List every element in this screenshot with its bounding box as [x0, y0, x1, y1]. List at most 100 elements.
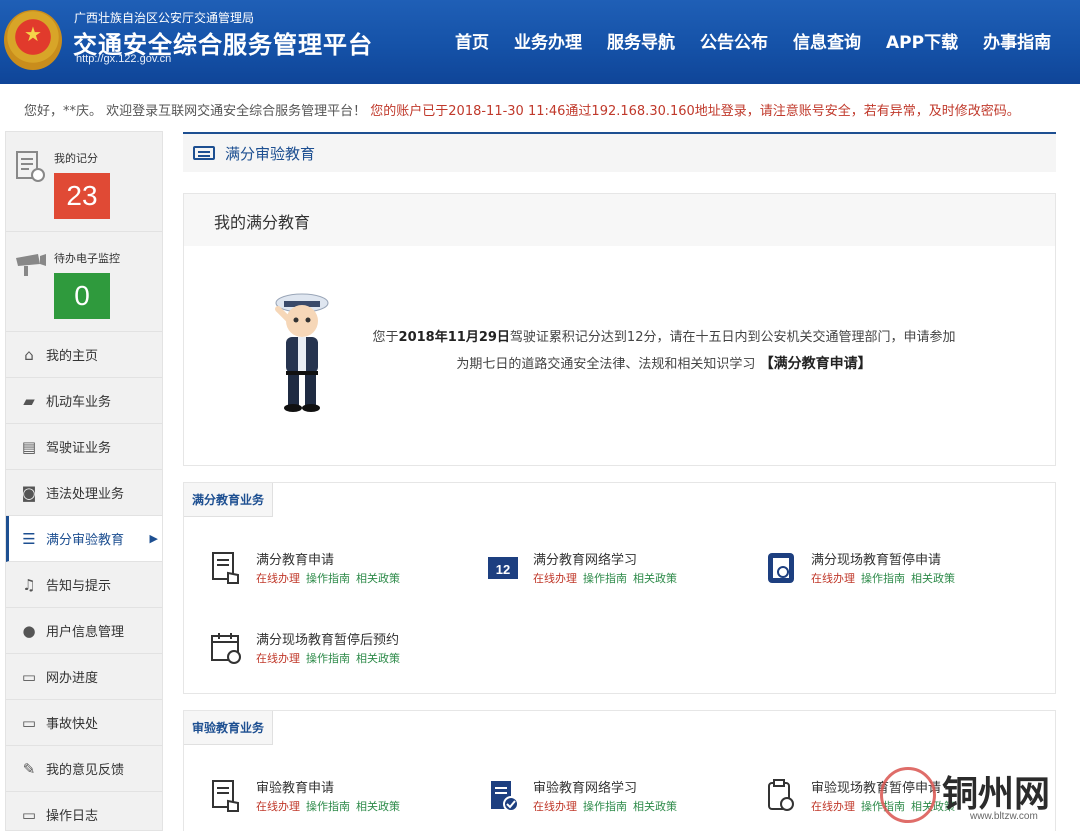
watermark-url: www.bltzw.com — [970, 811, 1038, 822]
online-link[interactable]: 在线办理 — [256, 800, 300, 813]
my-education-panel: 我的满分教育 您于2018年11月29日驾驶证累积记分达到12分，请在十五日内到… — [183, 193, 1056, 466]
sidebar-item-vehicle[interactable]: ▰ 机动车业务 — [6, 378, 162, 424]
service-item[interactable]: 满分现场教育暂停后预约 在线办理 操作指南 相关政策 — [210, 629, 470, 679]
service-item[interactable]: 满分现场教育暂停申请 在线办理 操作指南 相关政策 — [765, 549, 1025, 599]
nav-announcements[interactable]: 公告公布 — [700, 28, 768, 53]
site-url: http://gx.122.gov.cn — [76, 53, 172, 65]
policy-link[interactable]: 相关政策 — [633, 800, 677, 813]
service-name[interactable]: 审验教育申请 — [256, 777, 334, 796]
home-icon: ⌂ — [24, 345, 34, 364]
guide-link[interactable]: 操作指南 — [861, 572, 905, 585]
guide-link[interactable]: 操作指南 — [306, 652, 350, 665]
online-link[interactable]: 在线办理 — [256, 652, 300, 665]
nav-app-download[interactable]: APP下载 — [886, 28, 958, 53]
online-link[interactable]: 在线办理 — [811, 800, 855, 813]
monitor-label: 待办电子监控 — [54, 252, 120, 265]
sidebar-item-label: 我的意见反馈 — [46, 763, 125, 778]
sidebar-item-label: 事故快处 — [46, 717, 99, 732]
sidebar-item-violation[interactable]: ◙ 违法处理业务 — [6, 470, 162, 516]
sidebar-item-feedback[interactable]: ✎ 我的意见反馈 — [6, 746, 162, 792]
svg-text:12: 12 — [496, 562, 510, 577]
sidebar-item-label: 我的主页 — [46, 349, 99, 364]
online-link[interactable]: 在线办理 — [533, 800, 577, 813]
police-officer-illustration-icon — [272, 291, 332, 416]
online-link[interactable]: 在线办理 — [533, 572, 577, 585]
breadcrumb: 满分审验教育 — [183, 132, 1056, 172]
education-notice: 您于2018年11月29日驾驶证累积记分达到12分，请在十五日内到公安机关交通管… — [354, 324, 974, 378]
truck-icon: ▰ — [23, 391, 35, 410]
camera-icon: ◙ — [21, 483, 37, 502]
service-name[interactable]: 满分现场教育暂停后预约 — [256, 629, 399, 648]
sidebar-item-label: 告知与提示 — [46, 579, 112, 594]
list-card-icon — [193, 146, 215, 160]
nav-home[interactable]: 首页 — [455, 28, 489, 53]
score-value[interactable]: 23 — [54, 173, 110, 219]
guide-link[interactable]: 操作指南 — [583, 572, 627, 585]
service-name[interactable]: 审验教育网络学习 — [533, 777, 637, 796]
clipboard-pause-icon — [765, 779, 797, 813]
sidebar-item-label: 机动车业务 — [46, 395, 112, 410]
license-card-icon: ▤ — [21, 437, 37, 456]
notice-prefix: 您于 — [372, 330, 399, 345]
login-info: 您的账户已于2018-11-30 11:46通过192.168.30.160地址… — [370, 104, 1020, 119]
guide-link[interactable]: 操作指南 — [306, 572, 350, 585]
score-label: 我的记分 — [54, 152, 98, 165]
online-link[interactable]: 在线办理 — [811, 572, 855, 585]
sidebar-item-notice[interactable]: ♫ 告知与提示 — [6, 562, 162, 608]
sidebar-item-label: 操作日志 — [46, 809, 99, 824]
sidebar-item-education[interactable]: ☰ 满分审验教育 ▶ — [6, 516, 162, 562]
nav-business[interactable]: 业务办理 — [514, 28, 582, 53]
camera-monitor-icon — [14, 250, 46, 282]
policy-link[interactable]: 相关政策 — [911, 572, 955, 585]
service-name[interactable]: 满分教育申请 — [256, 549, 334, 568]
user-icon: ● — [22, 621, 36, 640]
guide-link[interactable]: 操作指南 — [306, 800, 350, 813]
sidebar-item-accident[interactable]: ▭ 事故快处 — [6, 700, 162, 746]
nav-service-guide[interactable]: 服务导航 — [607, 28, 675, 53]
monitor-stat[interactable]: 待办电子监控 0 — [6, 232, 162, 332]
sidebar-item-license[interactable]: ▤ 驾驶证业务 — [6, 424, 162, 470]
sidebar-item-home[interactable]: ⌂ 我的主页 — [6, 332, 162, 378]
policy-link[interactable]: 相关政策 — [356, 652, 400, 665]
accident-icon: ▭ — [21, 713, 37, 732]
sidebar-item-user[interactable]: ● 用户信息管理 — [6, 608, 162, 654]
feedback-icon: ✎ — [22, 759, 36, 778]
watermark-text: 铜州网 — [942, 773, 1051, 815]
police-emblem-icon — [4, 10, 62, 70]
score-stat[interactable]: 我的记分 23 — [6, 132, 162, 232]
sidebar-item-log[interactable]: ▭ 操作日志 — [6, 792, 162, 831]
nav-info-query[interactable]: 信息查询 — [793, 28, 861, 53]
caret-right-icon: ▶ — [149, 532, 158, 545]
sidebar-item-progress[interactable]: ▭ 网办进度 — [6, 654, 162, 700]
online-study-icon: 12 — [487, 551, 519, 585]
service-item[interactable]: 审验教育网络学习 在线办理 操作指南 相关政策 — [487, 777, 747, 827]
sidebar-item-label: 满分审验教育 — [46, 533, 125, 548]
guide-link[interactable]: 操作指南 — [583, 800, 627, 813]
online-link[interactable]: 在线办理 — [256, 572, 300, 585]
pause-doc-icon — [765, 551, 797, 585]
top-header: 广西壮族自治区公安厅交通管理局 交通安全综合服务管理平台 http://gx.1… — [0, 0, 1080, 84]
service-name[interactable]: 满分教育网络学习 — [533, 549, 637, 568]
apply-link[interactable]: 【满分教育申请】 — [760, 356, 872, 372]
main-nav: 首页 业务办理 服务导航 公告公布 信息查询 APP下载 办事指南 — [455, 28, 1076, 53]
policy-link[interactable]: 相关政策 — [633, 572, 677, 585]
service-item[interactable]: 12 满分教育网络学习 在线办理 操作指南 相关政策 — [487, 549, 747, 599]
org-name: 广西壮族自治区公安厅交通管理局 — [74, 11, 255, 25]
list-icon: ☰ — [22, 529, 36, 548]
log-icon: ▭ — [21, 805, 37, 824]
breadcrumb-label: 满分审验教育 — [225, 144, 316, 163]
notice-body: 驾驶证累积记分达到12分，请在十五日内到公安机关交通管理部门，申请参加 — [509, 330, 956, 345]
sidebar-item-label: 用户信息管理 — [46, 625, 125, 640]
policy-link[interactable]: 相关政策 — [356, 572, 400, 585]
service-name[interactable]: 满分现场教育暂停申请 — [811, 549, 941, 568]
service-item[interactable]: 审验教育申请 在线办理 操作指南 相关政策 — [210, 777, 470, 827]
sidebar: 我的记分 23 待办电子监控 0 ⌂ 我的主页 ▰ 机动车业务 ▤ 驾驶证业务 ◙ 违法… — [5, 131, 163, 831]
panel-title: 我的满分教育 — [184, 194, 1055, 246]
monitor-value[interactable]: 0 — [54, 273, 110, 319]
service-item[interactable]: 满分教育申请 在线办理 操作指南 相关政策 — [210, 549, 470, 599]
nav-handbook[interactable]: 办事指南 — [983, 28, 1051, 53]
score-doc-icon — [14, 150, 46, 182]
full-score-services-panel: 满分教育业务 满分教育申请 在线办理 操作指南 相关政策 12 满分教育网络学习 在… — [183, 482, 1056, 694]
policy-link[interactable]: 相关政策 — [356, 800, 400, 813]
bell-icon: ♫ — [22, 575, 36, 594]
